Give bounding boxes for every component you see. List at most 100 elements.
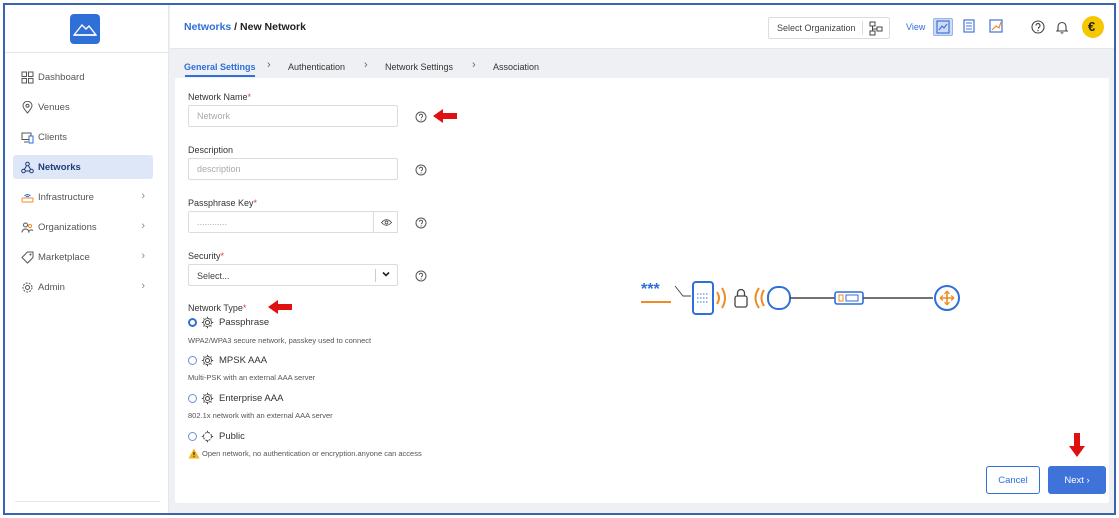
security-label-text: Security: [188, 251, 221, 261]
red-arrow-down-icon: [1069, 433, 1085, 457]
description-help-icon[interactable]: [415, 164, 427, 176]
eye-icon: [381, 219, 392, 226]
map-view-icon: [936, 20, 950, 34]
sidebar-item-networks[interactable]: Networks: [13, 155, 153, 179]
network-name-help-icon[interactable]: [415, 111, 427, 123]
gear-icon: [201, 392, 214, 405]
network-flow-illustration: ***: [641, 281, 960, 315]
chevron-right-icon: ›: [141, 190, 145, 202]
active-tab-underline: [185, 75, 255, 77]
enterprise-option-label: Enterprise AAA: [219, 393, 284, 404]
sidebar-item-dashboard[interactable]: Dashboard: [13, 65, 153, 89]
bell-icon[interactable]: [1055, 20, 1069, 34]
breadcrumb-current: New Network: [240, 21, 306, 33]
devices-icon: [21, 132, 34, 143]
required-marker: *: [220, 251, 225, 261]
network-type-mpsk-option[interactable]: MPSK AAA: [188, 354, 267, 367]
public-option-warning: Open network, no authentication or encry…: [188, 448, 422, 459]
network-name-label: Network Name*: [188, 92, 251, 102]
required-marker: *: [253, 198, 258, 208]
passphrase-radio[interactable]: [188, 318, 197, 327]
breadcrumb-separator: /: [231, 21, 241, 33]
app-logo[interactable]: [70, 14, 100, 44]
public-radio[interactable]: [188, 432, 197, 441]
chevron-right-icon: ›: [141, 250, 145, 262]
sidebar-divider: [15, 501, 160, 502]
tab-general-settings[interactable]: General Settings: [184, 62, 256, 72]
password-mask-text: ***: [641, 281, 660, 298]
show-passphrase-toggle[interactable]: [373, 211, 398, 233]
security-select-divider: [375, 269, 376, 282]
mpsk-radio[interactable]: [188, 356, 197, 365]
public-option-label: Public: [219, 431, 245, 442]
sidebar-item-label: Venues: [38, 101, 70, 113]
mountain-logo-icon: [73, 23, 97, 36]
cancel-button[interactable]: Cancel: [986, 466, 1040, 494]
chart-view-icon: [989, 19, 1003, 33]
chevron-right-icon: ›: [141, 220, 145, 232]
router-icon: [934, 285, 960, 311]
user-avatar[interactable]: €: [1082, 16, 1104, 38]
sidebar-item-venues[interactable]: Venues: [13, 95, 153, 119]
list-view-icon: [963, 19, 975, 33]
password-mask-graphic: ***: [641, 281, 691, 303]
org-tree-icon[interactable]: [868, 21, 884, 36]
organization-select[interactable]: Select Organization: [768, 17, 890, 39]
next-button[interactable]: Next ›: [1048, 466, 1106, 494]
sidebar-item-label: Networks: [38, 161, 81, 173]
sidebar-item-label: Dashboard: [38, 71, 85, 83]
required-marker: *: [247, 92, 252, 102]
sidebar-item-label: Admin: [38, 281, 65, 293]
logo-area: [5, 5, 169, 53]
network-type-label: Network Type*: [188, 303, 246, 313]
tab-association[interactable]: Association: [493, 62, 539, 72]
chart-view-button[interactable]: [987, 18, 1007, 36]
mpsk-option-label: MPSK AAA: [219, 355, 268, 366]
wizard-tabs: General Settings › Authentication › Netw…: [170, 50, 1114, 77]
list-view-button[interactable]: [960, 18, 980, 36]
network-type-passphrase-option[interactable]: Passphrase: [188, 316, 269, 329]
passphrase-help-icon[interactable]: [415, 217, 427, 229]
sidebar-item-clients[interactable]: Clients: [13, 125, 153, 149]
red-arrow-left-icon: [268, 300, 292, 314]
sidebar-item-marketplace[interactable]: Marketplace ›: [13, 245, 153, 269]
security-select-value: Select...: [197, 271, 230, 281]
tab-chevron-icon: ›: [267, 59, 271, 71]
tab-authentication[interactable]: Authentication: [288, 62, 345, 72]
gear-icon: [201, 316, 214, 329]
map-view-button[interactable]: [933, 18, 953, 36]
tab-network-settings[interactable]: Network Settings: [385, 62, 453, 72]
security-help-icon[interactable]: [415, 270, 427, 282]
network-name-input[interactable]: [188, 105, 398, 127]
description-label: Description: [188, 145, 234, 155]
network-name-label-text: Network Name: [188, 92, 248, 102]
open-gear-icon: [201, 430, 214, 443]
network-type-public-option[interactable]: Public: [188, 430, 245, 443]
tag-icon: [21, 251, 34, 264]
breadcrumb: Networks / New Network: [184, 21, 306, 33]
mpsk-option-description: Multi-PSK with an external AAA server: [188, 373, 316, 382]
gear-icon: [22, 282, 33, 292]
sidebar: Dashboard Venues Clients Networks Infrastruc…: [5, 5, 169, 513]
switch-icon: [834, 291, 864, 305]
breadcrumb-networks-link[interactable]: Networks: [184, 21, 231, 33]
public-option-description: Open network, no authentication or encry…: [202, 449, 422, 458]
enterprise-radio[interactable]: [188, 394, 197, 403]
network-icon: [21, 161, 34, 173]
passphrase-label-text: Passphrase Key: [188, 198, 254, 208]
sidebar-item-organizations[interactable]: Organizations ›: [13, 215, 153, 239]
description-input[interactable]: [188, 158, 398, 180]
app-frame: Dashboard Venues Clients Networks Infrastruc…: [3, 3, 1116, 515]
top-header: Networks / New Network Select Organizati…: [170, 5, 1114, 49]
network-type-enterprise-option[interactable]: Enterprise AAA: [188, 392, 283, 405]
passphrase-input[interactable]: [188, 211, 374, 233]
security-select[interactable]: Select...: [188, 264, 398, 286]
sidebar-item-infrastructure[interactable]: Infrastructure ›: [13, 185, 153, 209]
network-type-label-text: Network Type: [188, 303, 243, 313]
passphrase-option-label: Passphrase: [219, 317, 270, 328]
help-icon[interactable]: [1031, 20, 1045, 34]
sidebar-item-admin[interactable]: Admin ›: [13, 275, 153, 299]
chevron-down-icon: [382, 271, 390, 277]
lock-icon: [734, 288, 748, 308]
passphrase-label: Passphrase Key*: [188, 198, 257, 208]
